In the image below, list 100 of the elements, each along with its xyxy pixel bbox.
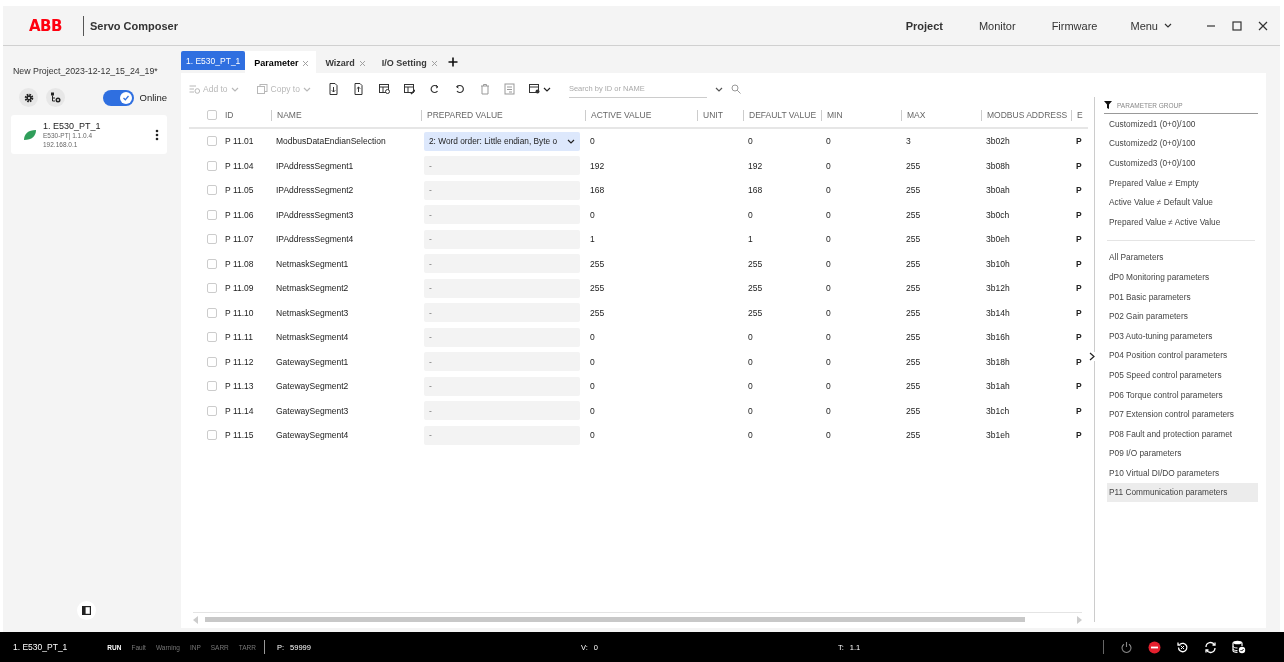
tab[interactable]: Parameter [245, 51, 317, 73]
value-field[interactable]: - [424, 180, 580, 200]
group-item[interactable]: P11 Communication parameters [1107, 482, 1258, 503]
value-field[interactable]: - [424, 229, 580, 249]
table-cell: IPAddressSegment1 [276, 160, 354, 171]
column-header[interactable]: MAX [901, 109, 981, 121]
nav-tab[interactable]: Project [905, 13, 943, 38]
row-checkbox[interactable] [207, 185, 217, 196]
value-field[interactable]: - [424, 352, 580, 372]
toolbar-button[interactable] [378, 83, 390, 95]
group-item[interactable]: Customized1 (0+0)/100 [1107, 114, 1258, 134]
group-item[interactable]: Active Value ≠ Default Value [1107, 192, 1258, 212]
nav-tab[interactable]: Monitor [978, 13, 1016, 38]
menu-button[interactable]: Menu [1130, 13, 1172, 38]
row-checkbox[interactable] [207, 356, 217, 367]
row-checkbox[interactable] [207, 234, 217, 245]
table-cell: P [1076, 430, 1082, 441]
table-cell: 255 [906, 258, 921, 269]
toolbar-button[interactable] [428, 83, 440, 95]
toolbar-button[interactable] [328, 83, 340, 95]
database-check-icon[interactable] [1232, 640, 1247, 654]
column-header[interactable]: ID [225, 109, 271, 121]
horizontal-scrollbar[interactable] [193, 612, 1082, 624]
stop-icon[interactable] [1148, 640, 1162, 654]
reset-icon[interactable] [1176, 640, 1190, 654]
column-view-button[interactable] [528, 84, 551, 94]
table-cell: 0 [590, 381, 595, 392]
online-toggle[interactable] [102, 89, 134, 106]
collapse-sidebar-button[interactable] [76, 601, 96, 620]
group-item[interactable]: P10 Virtual DI/DO parameters [1107, 463, 1258, 483]
group-item[interactable]: All Parameters [1107, 247, 1258, 268]
row-checkbox[interactable] [207, 307, 217, 318]
row-checkbox[interactable] [207, 209, 217, 220]
value-field[interactable]: - [424, 376, 580, 396]
value-field[interactable]: - [424, 327, 580, 347]
group-item[interactable]: P06 Torque control parameters [1107, 384, 1258, 405]
group-item[interactable]: P01 Basic parameters [1107, 286, 1258, 307]
group-item[interactable]: Customized2 (0+0)/100 [1107, 133, 1258, 154]
column-header[interactable]: ACTIVE VALUE [585, 109, 697, 121]
group-item[interactable]: P09 I/O parameters [1107, 443, 1258, 464]
value-field[interactable]: - [424, 278, 580, 298]
group-item[interactable]: P04 Position control parameters [1107, 345, 1258, 366]
select-all-checkbox[interactable] [207, 110, 217, 120]
toolbar-button[interactable] [453, 83, 465, 95]
row-checkbox[interactable] [207, 136, 217, 147]
row-checkbox[interactable] [207, 283, 217, 294]
table-cell: P [1076, 160, 1082, 171]
row-checkbox[interactable] [207, 381, 217, 392]
tab[interactable]: I/O Setting [372, 51, 445, 73]
column-header[interactable]: UNIT [697, 109, 743, 121]
nav-tab[interactable]: Firmware [1051, 13, 1098, 38]
logo: ABB [29, 16, 62, 35]
group-item[interactable]: P03 Auto-tuning parameters [1107, 325, 1258, 346]
group-item[interactable]: Prepared Value ≠ Active Value [1107, 211, 1258, 232]
group-item[interactable]: Customized3 (0+0)/100 [1107, 153, 1258, 173]
collapse-panel-icon[interactable] [1089, 352, 1095, 361]
column-header[interactable]: E [1071, 109, 1089, 121]
settings-button[interactable] [19, 88, 38, 107]
column-header[interactable]: MIN [821, 109, 901, 121]
maximize-icon[interactable] [1232, 20, 1242, 31]
value-field[interactable]: - [424, 156, 580, 176]
table-cell: 0 [826, 405, 831, 416]
value-field[interactable]: - [424, 205, 580, 225]
value-field[interactable]: - [424, 254, 580, 274]
row-checkbox[interactable] [207, 332, 217, 343]
tab[interactable]: Wizard [316, 51, 373, 73]
row-checkbox[interactable] [207, 160, 217, 171]
device-settings-button[interactable] [46, 88, 65, 107]
group-item[interactable]: P07 Extension control parameters [1107, 404, 1258, 424]
value-field[interactable]: - [424, 303, 580, 323]
value-field[interactable]: - [424, 425, 580, 445]
group-item[interactable]: P02 Gain parameters [1107, 306, 1258, 326]
power-icon[interactable] [1120, 640, 1134, 654]
group-item[interactable]: P08 Fault and protection paramet [1107, 423, 1258, 444]
column-header[interactable]: NAME [271, 109, 421, 121]
value-dropdown[interactable]: 2: Word order: Little endian, Byte o [424, 131, 580, 151]
parameter-id: P 11.10 [225, 307, 254, 318]
table-cell: 3b0ch [986, 209, 1010, 220]
add-tab-icon[interactable] [447, 57, 458, 67]
column-header[interactable]: DEFAULT VALUE [743, 109, 821, 121]
column-header[interactable]: PREPARED VALUE [421, 109, 585, 121]
row-checkbox[interactable] [207, 258, 217, 269]
close-icon[interactable] [1258, 20, 1268, 31]
table-cell: 192 [748, 160, 763, 171]
row-checkbox[interactable] [207, 405, 217, 416]
group-item[interactable]: P05 Speed control parameters [1107, 365, 1258, 385]
group-item[interactable]: Prepared Value ≠ Empty [1107, 172, 1258, 193]
device-tag[interactable]: 1. E530_PT_1 [181, 51, 246, 70]
row-checkbox[interactable] [207, 430, 217, 441]
search-icon[interactable] [730, 84, 741, 94]
column-header[interactable]: MODBUS ADDRESS [981, 109, 1071, 121]
scroll-left-icon[interactable] [193, 615, 199, 624]
more-icon[interactable] [155, 129, 159, 141]
parameter-id: P 11.09 [225, 283, 254, 294]
toolbar-button[interactable] [353, 83, 365, 95]
sync-icon[interactable] [1204, 640, 1218, 654]
value-field[interactable]: - [424, 401, 580, 421]
group-item[interactable]: dP0 Monitoring parameters [1107, 267, 1258, 287]
toolbar-button[interactable] [403, 83, 415, 95]
scroll-right-icon[interactable] [1076, 615, 1082, 624]
